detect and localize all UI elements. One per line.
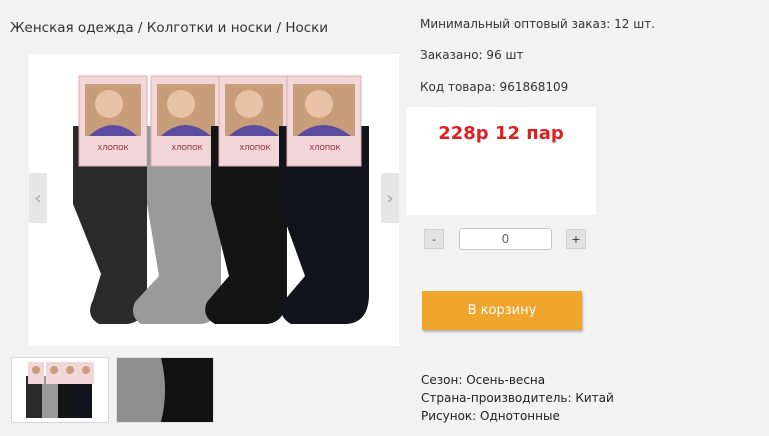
breadcrumb-link-womens-clothing[interactable]: Женская одежда	[10, 20, 134, 36]
gallery-thumbnail-2[interactable]	[116, 357, 214, 423]
breadcrumb-link-tights-socks[interactable]: Колготки и носки	[147, 20, 272, 36]
product-photo: ХЛОПОК ХЛОПОК ХЛОПОК ХЛОПОК	[29, 54, 399, 346]
price-text: 228р 12 пар	[438, 123, 564, 144]
breadcrumb-current-socks: Носки	[285, 20, 329, 36]
gallery-prev-button[interactable]: ‹	[29, 173, 47, 223]
breadcrumb-separator: /	[272, 20, 286, 36]
min-order-text: Минимальный оптовый заказ: 12 шт.	[420, 17, 656, 31]
product-code-text: Код товара: 961868109	[420, 80, 569, 94]
package-brand-text: ХЛОПОК	[239, 144, 270, 152]
chevron-right-icon: ›	[386, 187, 394, 209]
gallery-thumbnail-1[interactable]	[11, 357, 109, 423]
quantity-decrease-button[interactable]: -	[424, 229, 444, 249]
quantity-input[interactable]	[459, 228, 552, 250]
season-attribute: Сезон: Осень-весна	[421, 373, 546, 387]
gallery-next-button[interactable]: ›	[381, 173, 399, 223]
breadcrumb: Женская одежда / Колготки и носки / Носк…	[10, 20, 328, 36]
package-brand-text: ХЛОПОК	[171, 144, 202, 152]
country-attribute: Страна-производитель: Китай	[421, 391, 614, 405]
ordered-count-text: Заказано: 96 шт	[420, 48, 524, 62]
package-brand-text: ХЛОПОК	[309, 144, 340, 152]
quantity-increase-button[interactable]: +	[566, 229, 586, 249]
chevron-left-icon: ‹	[34, 187, 42, 209]
add-to-cart-button[interactable]: В корзину	[422, 291, 582, 330]
price-box: 228р 12 пар	[406, 107, 596, 215]
package-brand-text: ХЛОПОК	[97, 144, 128, 152]
pattern-attribute: Рисунок: Однотонные	[421, 409, 560, 423]
product-gallery: ХЛОПОК ХЛОПОК ХЛОПОК ХЛОПОК ‹ ›	[29, 54, 399, 346]
breadcrumb-separator: /	[133, 20, 147, 36]
